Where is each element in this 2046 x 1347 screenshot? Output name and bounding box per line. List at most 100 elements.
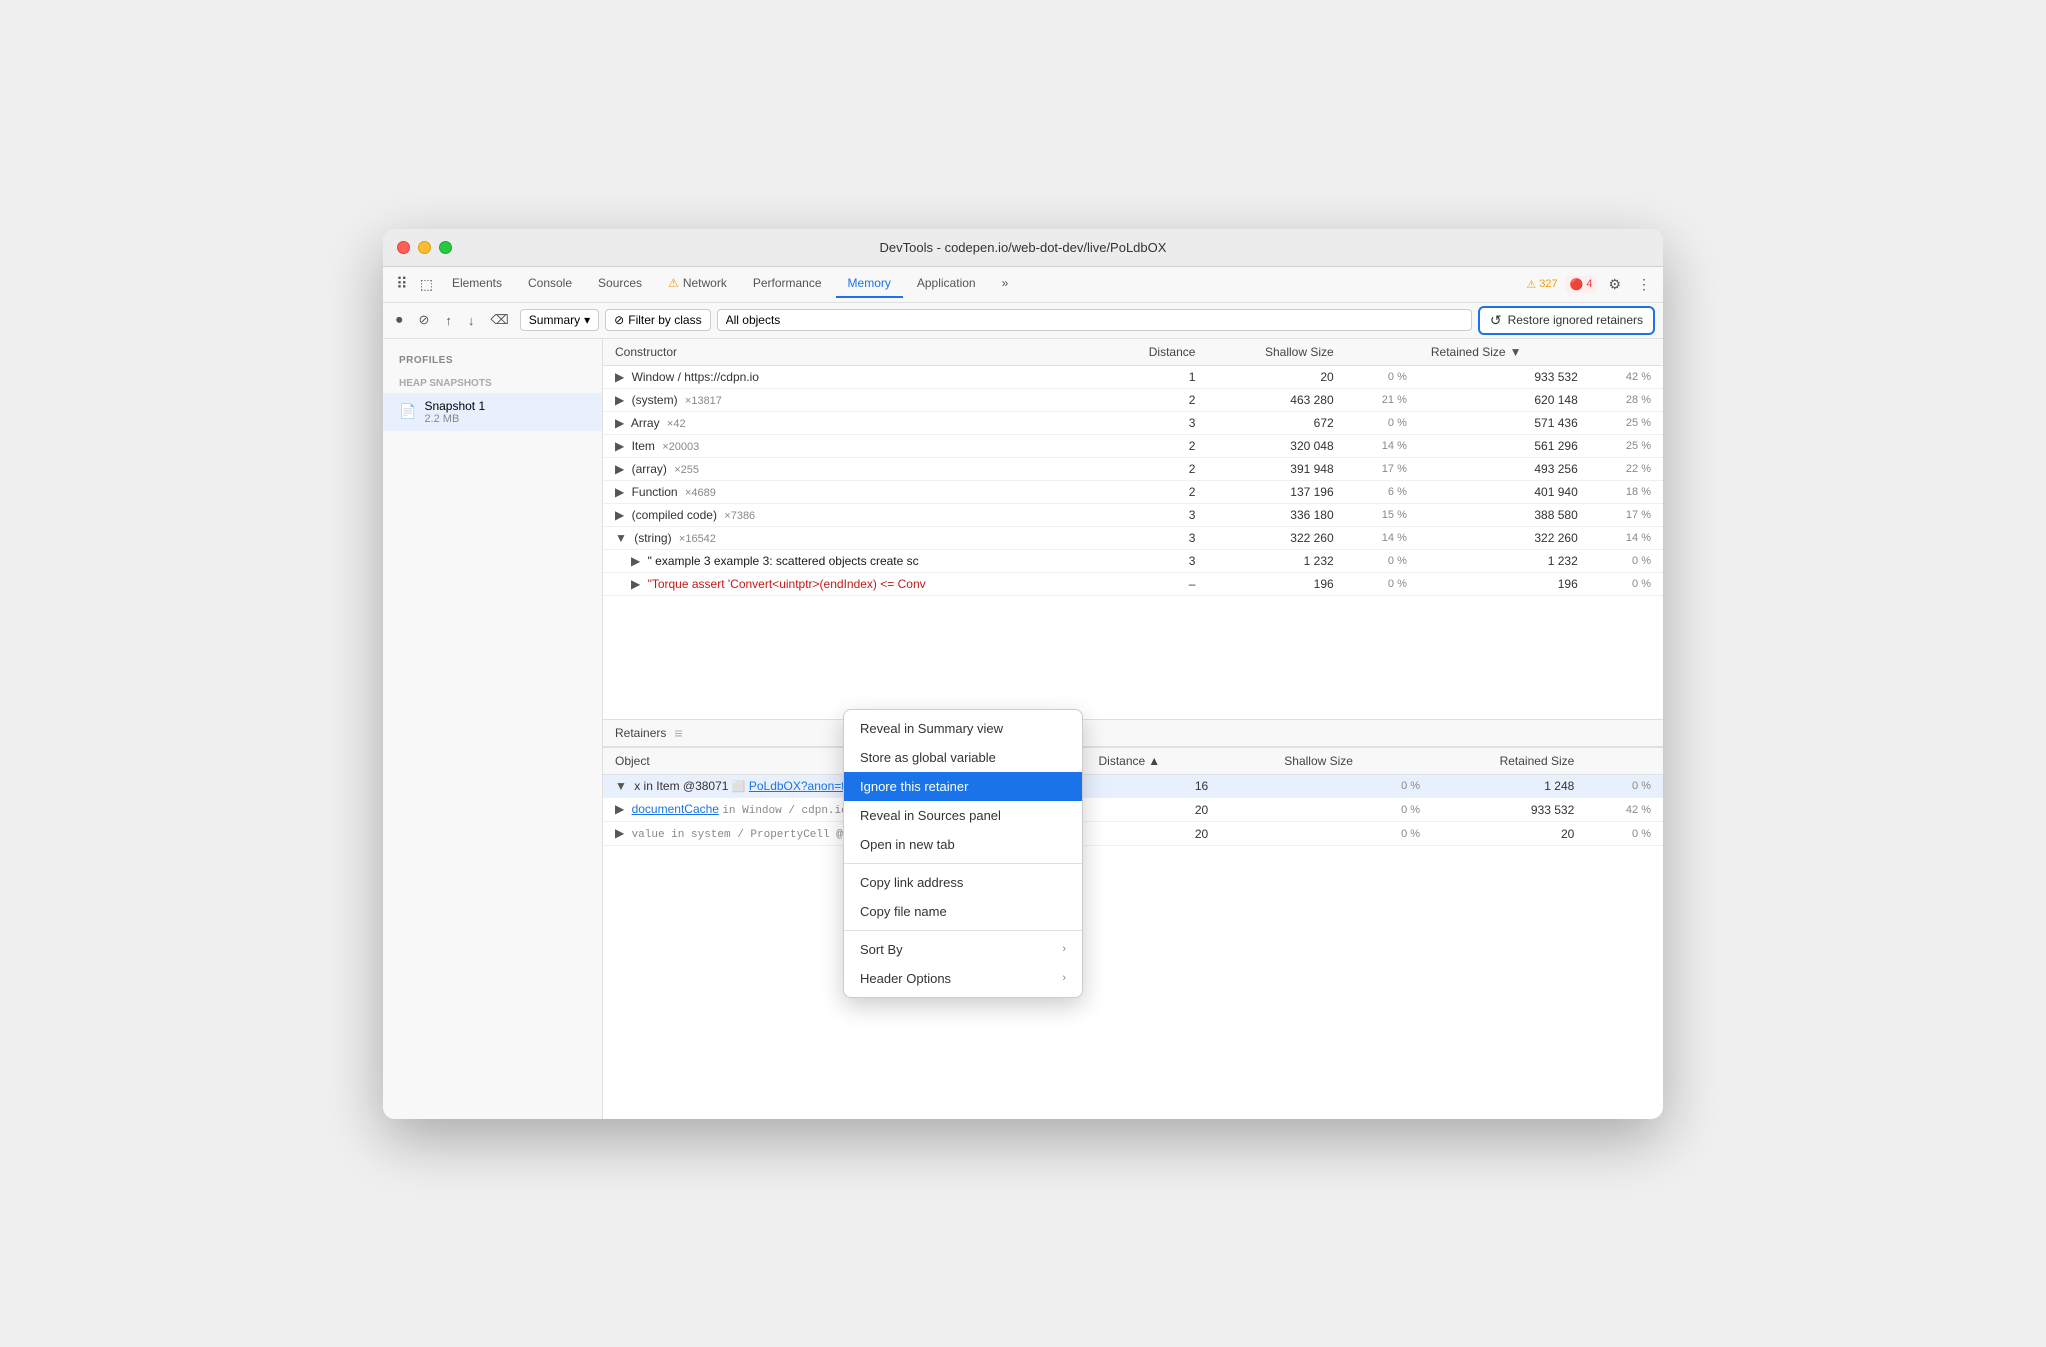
upload-button[interactable]: ↑ bbox=[440, 310, 457, 331]
context-menu-item-label: Open in new tab bbox=[860, 837, 955, 852]
ret-retained-cell: 20 bbox=[1432, 822, 1586, 846]
device-icon-btn[interactable]: ⬚ bbox=[415, 273, 438, 296]
shallow-pct-cell: 21 % bbox=[1346, 389, 1419, 412]
shallow-pct-cell: 14 % bbox=[1346, 435, 1419, 458]
filter-input[interactable] bbox=[717, 309, 1472, 331]
filter-icon: ⊘ bbox=[614, 313, 624, 327]
retained-pct-cell: 22 % bbox=[1590, 458, 1663, 481]
ret-distance-cell: 20 bbox=[1087, 798, 1221, 822]
table-row[interactable]: ▶ Function ×4689 2 137 196 6 % 401 940 1… bbox=[603, 481, 1663, 504]
retainer-link[interactable]: documentCache bbox=[632, 802, 719, 816]
retained-pct-cell: 0 % bbox=[1590, 573, 1663, 596]
constructor-cell: ▶ (system) ×13817 bbox=[603, 389, 1102, 412]
context-menu-item-open-tab[interactable]: Open in new tab bbox=[844, 830, 1082, 859]
submenu-arrow-icon: › bbox=[1062, 972, 1066, 984]
retained-pct-cell: 28 % bbox=[1590, 389, 1663, 412]
constructor-cell: ▶ Array ×42 bbox=[603, 412, 1102, 435]
table-row[interactable]: ▼ (string) ×16542 3 322 260 14 % 322 260… bbox=[603, 527, 1663, 550]
tab-network[interactable]: ⚠Network bbox=[656, 270, 739, 298]
table-row[interactable]: ▶ (system) ×13817 2 463 280 21 % 620 148… bbox=[603, 389, 1663, 412]
ret-shallow-cell bbox=[1220, 775, 1365, 798]
tab-more[interactable]: » bbox=[990, 270, 1021, 298]
table-row[interactable]: ▶ value in system / PropertyCell @40163 … bbox=[603, 822, 1663, 846]
context-menu-item-label: Reveal in Summary view bbox=[860, 721, 1003, 736]
context-menu: Reveal in Summary view Store as global v… bbox=[843, 709, 1083, 998]
snapshot-size: 2.2 MB bbox=[424, 413, 485, 425]
context-menu-divider-2 bbox=[844, 930, 1082, 931]
shallow-size-cell: 20 bbox=[1207, 366, 1345, 389]
settings-button[interactable]: ⚙ bbox=[1604, 272, 1625, 297]
shallow-pct-cell: 0 % bbox=[1346, 366, 1419, 389]
constructor-cell: ▶ " example 3 example 3: scattered objec… bbox=[603, 550, 1102, 573]
profiles-label: Profiles bbox=[383, 351, 602, 370]
ret-retained-cell: 1 248 bbox=[1432, 775, 1586, 798]
restore-ignored-retainers-button[interactable]: ↺ Restore ignored retainers bbox=[1478, 306, 1655, 335]
network-warning-icon: ⚠ bbox=[668, 276, 679, 290]
tab-elements[interactable]: Elements bbox=[440, 270, 514, 298]
table-row[interactable]: ▼ x in Item @38071 ⬜ PoLdbOX?anon=true&v… bbox=[603, 775, 1663, 798]
context-menu-divider bbox=[844, 863, 1082, 864]
tab-console[interactable]: Console bbox=[516, 270, 584, 298]
tab-performance[interactable]: Performance bbox=[741, 270, 834, 298]
shallow-size-cell: 1 232 bbox=[1207, 550, 1345, 573]
more-button[interactable]: ⋮ bbox=[1633, 272, 1655, 297]
col-constructor: Constructor bbox=[603, 339, 1102, 366]
ret-retained-pct: 0 % bbox=[1586, 822, 1663, 846]
retained-size-cell: 1 232 bbox=[1419, 550, 1590, 573]
expand-icon: ▶ bbox=[615, 462, 624, 476]
table-row[interactable]: ▶ (array) ×255 2 391 948 17 % 493 256 22… bbox=[603, 458, 1663, 481]
tab-sources[interactable]: Sources bbox=[586, 270, 654, 298]
table-row[interactable]: ▶ Array ×42 3 672 0 % 571 436 25 % bbox=[603, 412, 1663, 435]
retained-pct-cell: 25 % bbox=[1590, 412, 1663, 435]
table-row[interactable]: ▶ Window / https://cdpn.io 1 20 0 % 933 … bbox=[603, 366, 1663, 389]
stop-button[interactable]: ⊘ bbox=[414, 309, 435, 331]
table-row[interactable]: ▶ documentCache in Window / cdpn.io @647… bbox=[603, 798, 1663, 822]
context-menu-item-copy-link[interactable]: Copy link address bbox=[844, 868, 1082, 897]
ret-shallow-cell bbox=[1220, 822, 1365, 846]
table-row[interactable]: ▶ (compiled code) ×7386 3 336 180 15 % 3… bbox=[603, 504, 1663, 527]
context-menu-item-copy-filename[interactable]: Copy file name bbox=[844, 897, 1082, 926]
context-menu-item-store-global[interactable]: Store as global variable bbox=[844, 743, 1082, 772]
retained-size-cell: 933 532 bbox=[1419, 366, 1590, 389]
table-area: Constructor Distance Shallow Size Retain… bbox=[603, 339, 1663, 1119]
minimize-button[interactable] bbox=[418, 241, 431, 254]
context-menu-item-label: Ignore this retainer bbox=[860, 779, 968, 794]
titlebar: DevTools - codepen.io/web-dot-dev/live/P… bbox=[383, 229, 1663, 267]
table-row[interactable]: ▶ " example 3 example 3: scattered objec… bbox=[603, 550, 1663, 573]
context-menu-item-reveal-summary[interactable]: Reveal in Summary view bbox=[844, 714, 1082, 743]
table-row[interactable]: ▶ Item ×20003 2 320 048 14 % 561 296 25 … bbox=[603, 435, 1663, 458]
maximize-button[interactable] bbox=[439, 241, 452, 254]
filter-label: Filter by class bbox=[628, 313, 701, 327]
shallow-size-cell: 196 bbox=[1207, 573, 1345, 596]
tab-application[interactable]: Application bbox=[905, 270, 988, 298]
record-button[interactable]: ⏺ bbox=[391, 309, 408, 331]
context-menu-item-reveal-sources[interactable]: Reveal in Sources panel bbox=[844, 801, 1082, 830]
shallow-size-cell: 463 280 bbox=[1207, 389, 1345, 412]
context-menu-item-sort-by[interactable]: Sort By › bbox=[844, 935, 1082, 964]
expand-icon: ▶ bbox=[615, 485, 624, 499]
expand-icon: ▼ bbox=[615, 779, 627, 793]
ret-shallow-pct: 0 % bbox=[1365, 822, 1432, 846]
expand-icon: ▶ bbox=[615, 508, 624, 522]
distance-cell: 2 bbox=[1102, 481, 1207, 504]
tab-memory[interactable]: Memory bbox=[836, 270, 903, 298]
context-menu-item-header-options[interactable]: Header Options › bbox=[844, 964, 1082, 993]
download-button[interactable]: ↓ bbox=[463, 310, 480, 331]
table-row[interactable]: ▶ "Torque assert 'Convert<uintptr>(endIn… bbox=[603, 573, 1663, 596]
summary-dropdown[interactable]: Summary ▾ bbox=[520, 309, 599, 331]
retained-size-cell: 571 436 bbox=[1419, 412, 1590, 435]
ret-shallow-pct: 0 % bbox=[1365, 798, 1432, 822]
clear-button[interactable]: ⌫ bbox=[485, 309, 513, 331]
constructor-cell: ▶ Function ×4689 bbox=[603, 481, 1102, 504]
snapshot-item[interactable]: 📄 Snapshot 1 2.2 MB bbox=[383, 393, 602, 431]
context-menu-item-label: Header Options bbox=[860, 971, 951, 986]
context-menu-item-ignore-retainer[interactable]: Ignore this retainer bbox=[844, 772, 1082, 801]
tab-bar: ⠿ ⬚ Elements Console Sources ⚠Network Pe… bbox=[383, 267, 1663, 303]
context-menu-item-label: Copy link address bbox=[860, 875, 963, 890]
close-button[interactable] bbox=[397, 241, 410, 254]
retainers-header: Retainers ≡ bbox=[603, 719, 1663, 747]
expand-icon: ▶ bbox=[615, 370, 624, 384]
expand-icon: ▼ bbox=[615, 531, 627, 545]
filter-button[interactable]: ⊘ Filter by class bbox=[605, 309, 710, 331]
inspect-icon-btn[interactable]: ⠿ bbox=[391, 271, 413, 297]
